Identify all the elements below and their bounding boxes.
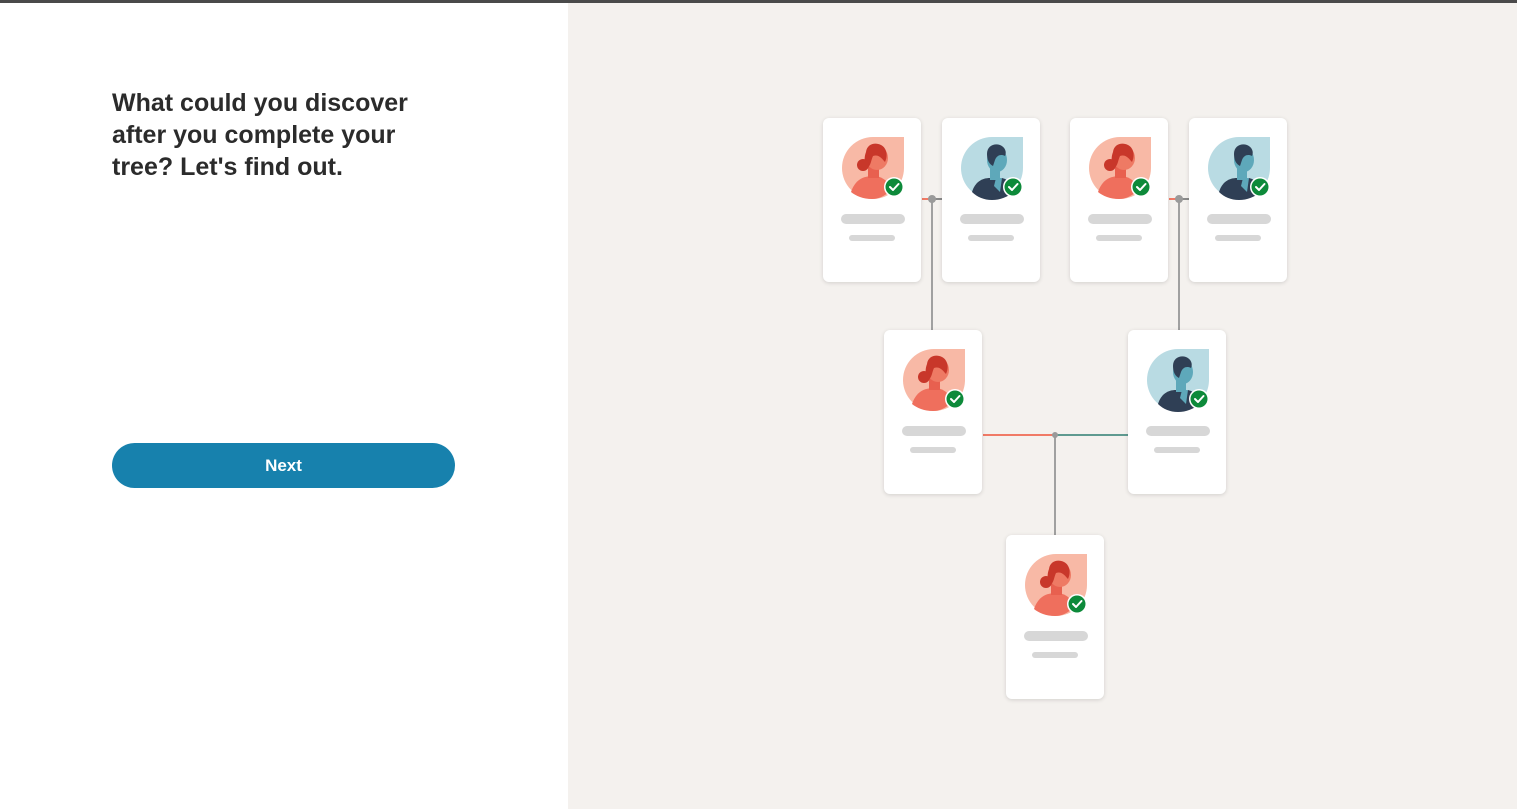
junction-dot-center — [1052, 432, 1058, 438]
person-card-grandmother-2 — [1070, 118, 1168, 282]
name-placeholder — [841, 214, 905, 224]
name-placeholder — [1207, 214, 1271, 224]
dates-placeholder — [1154, 447, 1200, 453]
left-panel: What could you discover after you comple… — [0, 3, 568, 809]
name-placeholder — [1088, 214, 1152, 224]
person-card-father — [1128, 330, 1226, 494]
male-avatar-icon — [1207, 136, 1273, 202]
parents-line-paternal — [1055, 434, 1128, 436]
female-avatar-icon — [1024, 553, 1090, 619]
female-avatar-icon — [1088, 136, 1154, 202]
page-heading: What could you discover after you comple… — [112, 89, 408, 181]
person-card-mother — [884, 330, 982, 494]
name-placeholder — [1024, 631, 1088, 641]
dates-placeholder — [849, 235, 895, 241]
female-avatar-icon — [902, 348, 968, 414]
dates-placeholder — [968, 235, 1014, 241]
connector-right-vertical — [1178, 199, 1180, 330]
person-card-grandfather-1 — [942, 118, 1040, 282]
family-tree — [568, 3, 1517, 809]
male-avatar-icon — [960, 136, 1026, 202]
junction-dot-left — [928, 195, 936, 203]
parents-line-maternal — [983, 434, 1055, 436]
person-card-grandmother-1 — [823, 118, 921, 282]
name-placeholder — [1146, 426, 1210, 436]
male-avatar-icon — [1146, 348, 1212, 414]
name-placeholder — [960, 214, 1024, 224]
female-avatar-icon — [841, 136, 907, 202]
connector-child-vertical — [1054, 435, 1056, 535]
person-card-grandfather-2 — [1189, 118, 1287, 282]
next-button[interactable]: Next — [112, 443, 455, 488]
dates-placeholder — [1096, 235, 1142, 241]
dates-placeholder — [1215, 235, 1261, 241]
dates-placeholder — [1032, 652, 1078, 658]
person-card-self — [1006, 535, 1104, 699]
connector-left-vertical — [931, 199, 933, 330]
family-tree-illustration — [568, 3, 1517, 809]
name-placeholder — [902, 426, 966, 436]
junction-dot-right — [1175, 195, 1183, 203]
dates-placeholder — [910, 447, 956, 453]
